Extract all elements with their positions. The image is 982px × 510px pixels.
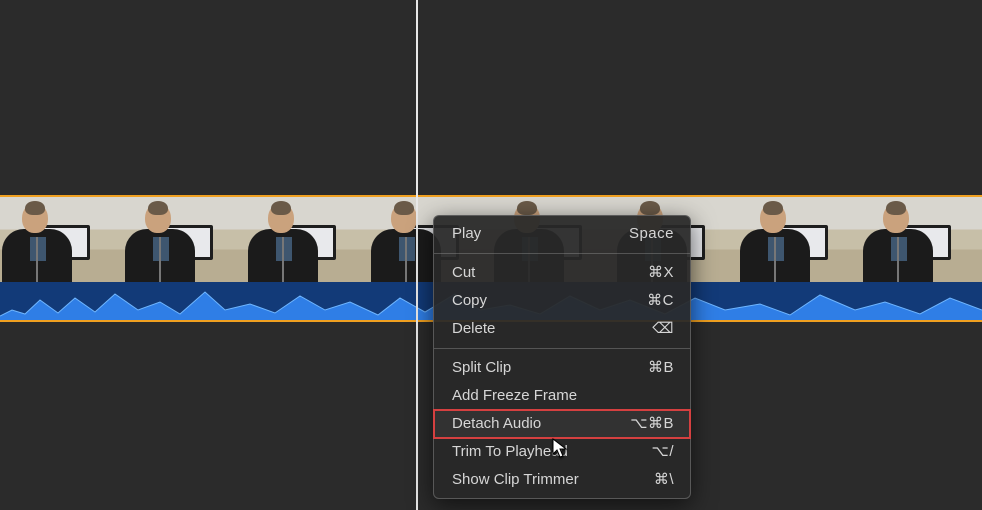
menu-item-delete[interactable]: Delete ⌫: [434, 315, 690, 343]
menu-item-label: Add Freeze Frame: [452, 386, 674, 406]
menu-item-add-freeze-frame[interactable]: Add Freeze Frame: [434, 382, 690, 410]
menu-item-show-clip-trimmer[interactable]: Show Clip Trimmer ⌘\: [434, 466, 690, 494]
menu-item-shortcut: ⌥⌘B: [630, 414, 674, 434]
menu-item-shortcut: ⌘C: [647, 291, 674, 311]
menu-item-split-clip[interactable]: Split Clip ⌘B: [434, 354, 690, 382]
timeline[interactable]: Play Space Cut ⌘X Copy ⌘C Delete ⌫ Split…: [0, 0, 982, 510]
video-thumbnail: [246, 197, 369, 282]
menu-item-label: Detach Audio: [452, 414, 630, 434]
menu-item-label: Copy: [452, 291, 647, 311]
menu-item-shortcut: Space: [629, 224, 674, 244]
menu-item-trim-to-playhead[interactable]: Trim To Playhead ⌥/: [434, 438, 690, 466]
video-thumbnail: [0, 197, 123, 282]
video-thumbnail: [123, 197, 246, 282]
menu-item-shortcut: ⌥/: [652, 442, 674, 462]
menu-item-detach-audio[interactable]: Detach Audio ⌥⌘B: [434, 410, 690, 438]
menu-separator: [434, 253, 690, 254]
video-thumbnail: [861, 197, 982, 282]
menu-item-shortcut: ⌘\: [654, 470, 674, 490]
playhead[interactable]: [416, 0, 418, 510]
menu-item-label: Cut: [452, 263, 648, 283]
menu-item-label: Trim To Playhead: [452, 442, 652, 462]
menu-item-label: Show Clip Trimmer: [452, 470, 654, 490]
video-thumbnail: [738, 197, 861, 282]
context-menu: Play Space Cut ⌘X Copy ⌘C Delete ⌫ Split…: [433, 215, 691, 499]
menu-item-cut[interactable]: Cut ⌘X: [434, 259, 690, 287]
menu-item-label: Delete: [452, 319, 652, 339]
menu-item-shortcut: ⌫: [652, 319, 674, 339]
menu-separator: [434, 348, 690, 349]
menu-item-shortcut: ⌘X: [648, 263, 674, 283]
menu-item-label: Split Clip: [452, 358, 648, 378]
menu-item-shortcut: ⌘B: [648, 358, 674, 378]
menu-item-copy[interactable]: Copy ⌘C: [434, 287, 690, 315]
menu-item-play[interactable]: Play Space: [434, 220, 690, 248]
menu-item-label: Play: [452, 224, 629, 244]
